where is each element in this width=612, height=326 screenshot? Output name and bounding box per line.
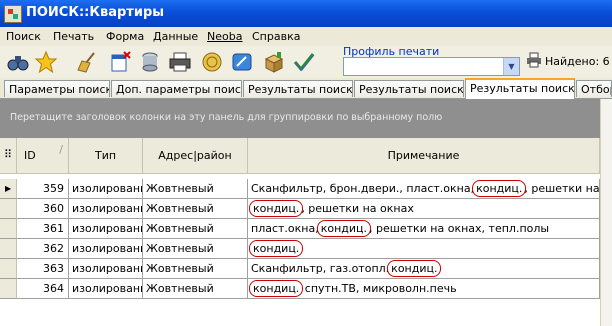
cell-type[interactable]: изолированная — [69, 239, 143, 259]
note-text: спутн.ТВ, микроволн.печь — [301, 282, 457, 295]
menu-search[interactable]: Поиск — [6, 30, 41, 43]
cell-type[interactable]: изолированная — [69, 199, 143, 219]
column-header-note[interactable]: Примечание — [248, 138, 600, 174]
table-row[interactable]: ▶359изолированнаяЖовтневыйСканфильтр, бр… — [0, 179, 600, 199]
note-text: , решетки на окнах, тепл.полы — [369, 222, 550, 235]
cell-note[interactable]: пласт.окна, кондиц., решетки на окнах, те… — [248, 219, 600, 239]
note-text: , решетки на окнах — [524, 182, 600, 195]
broom-icon[interactable] — [76, 51, 100, 73]
cell-type[interactable]: изолированная — [69, 279, 143, 299]
cell-address[interactable]: Жовтневый — [143, 199, 248, 219]
current-row-icon[interactable]: ▶ — [0, 179, 17, 199]
cell-id[interactable]: 363 — [17, 259, 69, 279]
highlighted-keyword: кондиц. — [316, 220, 372, 237]
chevron-down-icon[interactable]: ▼ — [503, 58, 519, 75]
tab-search-params[interactable]: Параметры поиска — [4, 80, 110, 97]
column-chooser-icon[interactable]: ⠿ — [0, 138, 17, 174]
cell-id[interactable]: 361 — [17, 219, 69, 239]
cell-note[interactable]: кондиц. спутн.ТВ, микроволн.печь — [248, 279, 600, 299]
edit-icon[interactable] — [230, 51, 254, 73]
tab-filter[interactable]: Отбор — [576, 80, 612, 97]
row-selector[interactable] — [0, 199, 17, 219]
table-row[interactable]: 360изолированнаяЖовтневыйкондиц., решетк… — [0, 199, 600, 219]
table-row[interactable]: 361изолированнаяЖовтневыйпласт.окна,конд… — [0, 219, 600, 239]
vertical-scrollbar[interactable] — [600, 99, 612, 326]
column-header-id[interactable]: ID / — [17, 138, 69, 174]
print-profile-select[interactable]: ▼ — [343, 57, 520, 76]
cell-address[interactable]: Жовтневый — [143, 179, 248, 199]
new-doc-icon[interactable] — [108, 51, 132, 73]
cell-address[interactable]: Жовтневый — [143, 279, 248, 299]
cell-id[interactable]: 362 — [17, 239, 69, 259]
group-by-hint: Перетащите заголовок колонки на эту пане… — [10, 112, 443, 123]
sort-icon: / — [59, 143, 63, 156]
cell-address[interactable]: Жовтневый — [143, 239, 248, 259]
menu-neoba[interactable]: Neoba — [207, 30, 242, 43]
binoculars-icon[interactable] — [6, 51, 30, 73]
cell-note[interactable]: Сканфильтр, брон.двери., пласт.окна, конд… — [248, 179, 600, 199]
box-icon[interactable] — [262, 51, 286, 73]
toolbar — [0, 46, 612, 79]
checkmark-icon[interactable] — [292, 51, 316, 73]
highlighted-keyword: кондиц. — [472, 180, 527, 197]
cell-address[interactable]: Жовтневый — [143, 259, 248, 279]
table-row[interactable]: 363изолированнаяЖовтневыйСканфильтр, газ… — [0, 259, 600, 279]
printer-small-icon — [527, 52, 541, 68]
cell-note[interactable]: кондиц. — [248, 239, 600, 259]
cell-id[interactable]: 364 — [17, 279, 69, 299]
found-label: Найдено: 6 — [545, 55, 610, 68]
table-row[interactable]: 364изолированнаяЖовтневыйкондиц. спутн.Т… — [0, 279, 600, 299]
seal-icon[interactable] — [200, 51, 224, 73]
menu-bar: Поиск Печать Форма Данные Neoba Справка — [0, 27, 612, 46]
tab-strip: Параметры поиска Доп. параметры поиска Р… — [0, 78, 612, 99]
note-text: , решетки на окнах — [301, 202, 414, 215]
cell-note[interactable]: Сканфильтр, газ.отопл. кондиц. — [248, 259, 600, 279]
title-bar: ПОИСК::Квартиры — [0, 0, 612, 27]
app-icon — [4, 5, 22, 23]
cell-id[interactable]: 359 — [17, 179, 69, 199]
cell-type[interactable]: изолированная — [69, 179, 143, 199]
empty-grid-area — [0, 299, 600, 326]
tab-results-3[interactable]: Результаты поиска — [465, 78, 575, 99]
note-text: Сканфильтр, брон.двери., пласт.окна, — [251, 182, 475, 195]
highlighted-keyword: кондиц. — [387, 260, 442, 277]
cell-id[interactable]: 360 — [17, 199, 69, 219]
database-icon[interactable] — [138, 51, 162, 73]
tab-extra-params[interactable]: Доп. параметры поиска — [111, 80, 242, 97]
window-title: ПОИСК::Квартиры — [26, 5, 165, 20]
menu-print[interactable]: Печать — [53, 30, 94, 43]
tab-results-1[interactable]: Результаты поиска — [243, 80, 353, 97]
menu-help[interactable]: Справка — [252, 30, 300, 43]
column-header-type[interactable]: Тип — [69, 138, 143, 174]
row-selector[interactable] — [0, 219, 17, 239]
menu-data[interactable]: Данные — [153, 30, 198, 43]
row-selector[interactable] — [0, 259, 17, 279]
group-by-panel[interactable]: Перетащите заголовок колонки на эту пане… — [0, 99, 600, 138]
cell-note[interactable]: кондиц., решетки на окнах — [248, 199, 600, 219]
highlighted-keyword: кондиц. — [249, 280, 304, 297]
menu-form[interactable]: Форма — [106, 30, 144, 43]
column-header-id-label: ID — [24, 149, 36, 162]
note-text: Сканфильтр, газ.отопл. — [251, 262, 390, 275]
cell-type[interactable]: изолированная — [69, 219, 143, 239]
cell-address[interactable]: Жовтневый — [143, 219, 248, 239]
column-header-address[interactable]: Адрес|район — [143, 138, 248, 174]
tab-results-2[interactable]: Результаты поиска — [354, 80, 464, 97]
cell-type[interactable]: изолированная — [69, 259, 143, 279]
printer-icon[interactable] — [168, 51, 192, 73]
note-text: пласт.окна, — [251, 222, 319, 235]
highlighted-keyword: кондиц. — [249, 200, 304, 217]
highlighted-keyword: кондиц. — [249, 240, 304, 257]
row-selector[interactable] — [0, 279, 17, 299]
star-icon[interactable] — [34, 51, 58, 73]
row-selector[interactable] — [0, 239, 17, 259]
table-row[interactable]: 362изолированнаяЖовтневыйкондиц. — [0, 239, 600, 259]
